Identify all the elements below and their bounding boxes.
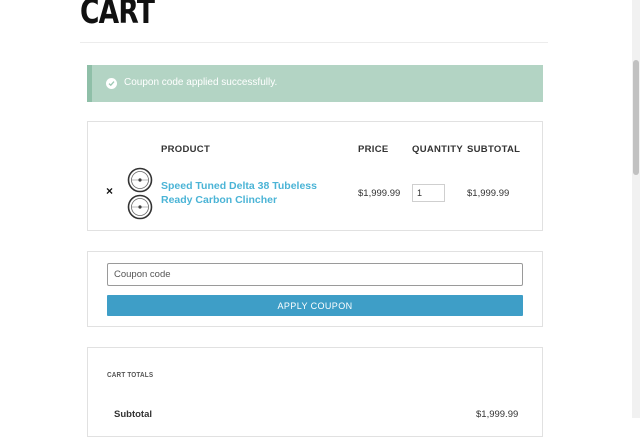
notice-message: Coupon code applied successfully. <box>124 77 278 88</box>
header-subtotal: SUBTOTAL <box>467 144 521 155</box>
scrollbar[interactable] <box>632 0 640 418</box>
header-price: PRICE <box>358 144 389 155</box>
scrollbar-thumb[interactable] <box>633 60 639 175</box>
coupon-section: APPLY COUPON <box>87 251 543 327</box>
title-divider <box>80 42 548 43</box>
bicycle-wheels-icon[interactable] <box>126 167 154 221</box>
quantity-input[interactable] <box>412 184 445 202</box>
coupon-code-input[interactable] <box>107 263 523 286</box>
cart-totals-section: CART TOTALS Subtotal $1,999.99 <box>87 347 543 437</box>
success-notice: Coupon code applied successfully. <box>87 65 543 102</box>
item-price: $1,999.99 <box>358 188 401 199</box>
cart-table: PRODUCT PRICE QUANTITY SUBTOTAL × Speed … <box>87 121 543 231</box>
header-quantity: QUANTITY <box>412 144 463 155</box>
remove-item-button[interactable]: × <box>106 184 113 198</box>
cart-totals-title: CART TOTALS <box>107 370 154 379</box>
page-title: CART <box>80 0 155 32</box>
item-subtotal: $1,999.99 <box>467 188 510 199</box>
header-product: PRODUCT <box>161 144 211 155</box>
subtotal-value: $1,999.99 <box>476 409 519 420</box>
apply-coupon-button[interactable]: APPLY COUPON <box>107 295 523 316</box>
product-name-link[interactable]: Speed Tuned Delta 38 Tubeless Ready Carb… <box>161 179 351 207</box>
subtotal-label: Subtotal <box>114 409 152 420</box>
check-circle-icon <box>106 78 117 89</box>
